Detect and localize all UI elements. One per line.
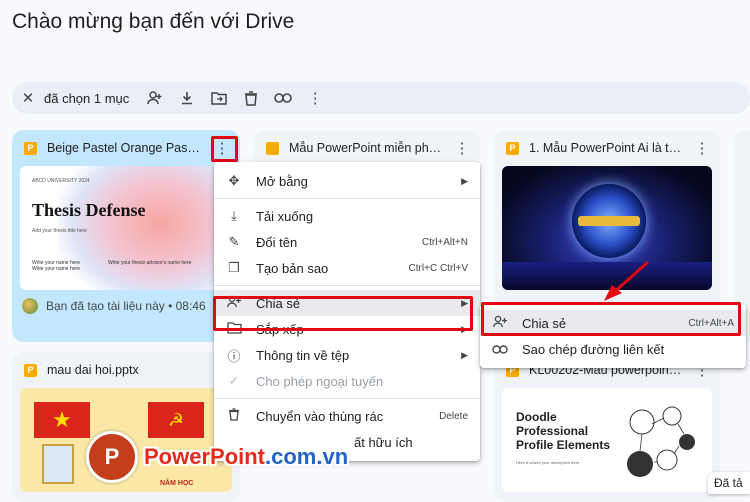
menu-divider [214, 198, 480, 199]
card-footer: Bạn đã tạo tài liệu này • 08:46 [12, 290, 240, 322]
menu-label: Cho phép ngoại tuyến [256, 373, 384, 389]
download-icon: ⤓ [231, 208, 237, 223]
menu-shortcut: Delete [439, 410, 468, 422]
card-footer-text: Bạn đã tạo tài liệu này • 08:46 [46, 299, 206, 313]
open-with-icon: ✥ [228, 173, 240, 188]
menu-item-make-copy[interactable]: ❐ Tạo bản sao Ctrl+C Ctrl+V [214, 255, 480, 281]
close-icon[interactable]: ✕ [12, 82, 44, 114]
watermark-domain: .com.vn [265, 444, 349, 469]
watermark-text: PowerPoint.com.vn [144, 444, 348, 470]
page-title: Chào mừng bạn đến với Drive [12, 10, 295, 33]
more-vert-icon[interactable]: ⋮ [299, 82, 331, 114]
watermark-brand: PowerPoint [144, 444, 266, 469]
thumb-header: ABCD UNIVERSITY 2024 [32, 178, 90, 184]
file-thumbnail: Doodle Professional Profile Elements Her… [502, 388, 712, 492]
menu-label: Sao chép đường liên kết [522, 341, 665, 357]
highlight-kebab [211, 136, 238, 162]
trash-icon [226, 408, 242, 424]
menu-label: Đổi tên [256, 234, 298, 250]
thumb-subtitle: Add your thesis title here [32, 228, 88, 234]
file-name: Mẫu PowerPoint miễn phí cự... [289, 141, 442, 155]
thumb-title: Thesis Defense [32, 200, 146, 220]
file-name: 1. Mẫu PowerPoint Ai là triệu ... [529, 141, 682, 155]
menu-shortcut: Ctrl+Alt+N [421, 236, 468, 248]
slides-file-icon: P [506, 141, 519, 155]
rename-icon: ✎ [228, 234, 240, 249]
menu-item-file-info[interactable]: ⓘ Thông tin về tệp ▶ [214, 342, 480, 368]
info-icon: ⓘ [227, 348, 241, 364]
highlight-share [213, 296, 473, 331]
chevron-right-icon: ▶ [461, 175, 468, 186]
menu-item-rename[interactable]: ✎ Đổi tên Ctrl+Alt+N [214, 229, 480, 255]
thumb-title-line: Professional [516, 424, 589, 438]
download-icon[interactable] [171, 82, 203, 114]
thumb-title-line: Profile Elements [516, 438, 611, 452]
avatar [22, 298, 38, 314]
link-icon[interactable] [267, 82, 299, 114]
menu-item-download[interactable]: ⤓ Tải xuống [214, 203, 480, 229]
watermark-logo: P PowerPoint.com.vn [86, 431, 348, 483]
annotation-arrow [604, 260, 649, 301]
more-vert-icon[interactable]: ⋮ [692, 139, 712, 157]
file-card-5[interactable]: P KL00202-Mẫu powerpoint k... ⋮ Doodle P… [494, 352, 720, 502]
menu-item-trash[interactable]: Chuyển vào thùng rác Delete [214, 403, 480, 429]
doodle-graphic [627, 406, 695, 477]
slides-file-icon [266, 141, 279, 155]
menu-item-offline: ✓ Cho phép ngoại tuyến [214, 368, 480, 394]
trash-icon[interactable] [235, 82, 267, 114]
offline-icon: ✓ [228, 373, 240, 388]
link-icon [492, 342, 508, 357]
submenu-item-copy-link[interactable]: Sao chép đường liên kết [480, 336, 746, 362]
file-name: mau dai hoi.pptx [47, 363, 139, 377]
copy-icon: ❐ [228, 260, 240, 275]
partial-text: Đã tả [708, 472, 750, 494]
menu-shortcut: Ctrl+C Ctrl+V [408, 262, 468, 274]
menu-divider [214, 285, 480, 286]
thumb-sub: Here is where your description here [516, 460, 580, 465]
menu-label: Tải xuống [256, 208, 314, 224]
file-name: Beige Pastel Orange Pastel P... [47, 141, 202, 155]
powerpoint-logo-icon: P [86, 431, 138, 483]
slides-file-icon: P [24, 141, 37, 155]
file-card-1[interactable]: P Beige Pastel Orange Pastel P... ⋮ ABCD… [12, 130, 240, 342]
file-thumbnail: ABCD UNIVERSITY 2024 Thesis Defense Add … [20, 166, 232, 290]
menu-label: Thông tin về tệp [256, 347, 350, 363]
move-folder-icon[interactable] [203, 82, 235, 114]
slides-file-icon: P [24, 363, 37, 377]
chevron-right-icon: ▶ [461, 349, 468, 360]
thumb-extra-line: Write your name here [32, 266, 80, 272]
menu-label: Tạo bản sao [256, 260, 329, 276]
menu-label: Chuyển vào thùng rác [256, 408, 384, 424]
menu-divider [214, 398, 480, 399]
thumb-advisor-line: Write your thesis advisor's name here [108, 260, 192, 266]
selection-toolbar: ✕ đã chọn 1 mục ⋮ [12, 82, 750, 114]
highlight-submenu-share [481, 302, 741, 336]
selection-count: đã chọn 1 mục [44, 90, 130, 106]
menu-item-open-with[interactable]: ✥ Mở bằng ▶ [214, 168, 480, 194]
thumb-title-line: Doodle [516, 410, 557, 424]
add-person-icon[interactable] [139, 82, 171, 114]
more-vert-icon[interactable]: ⋮ [452, 139, 472, 157]
menu-label: Mở bằng [256, 173, 308, 189]
